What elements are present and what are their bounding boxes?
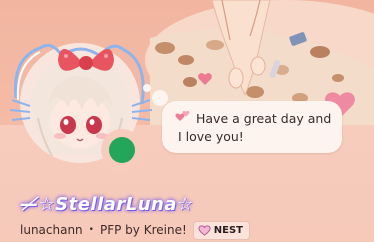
guild-tag-badge[interactable]: NEST: [192, 220, 250, 240]
status-bubble-tail-small: [143, 84, 151, 92]
heart-badge-icon: [198, 224, 211, 236]
username[interactable]: lunachann: [20, 223, 83, 237]
online-status-icon: [109, 137, 135, 163]
pronouns-credit: PFP by Kreine!: [99, 223, 187, 237]
profile-meta-row: lunachann • PFP by Kreine! NEST: [20, 220, 250, 240]
display-name: —̸☆StellarLuna☆: [20, 194, 194, 215]
custom-status-text: Have a great day and I love you!: [178, 111, 332, 144]
status-bubble-tail: [152, 90, 168, 106]
meta-separator: •: [88, 225, 94, 235]
badge-label: NEST: [213, 224, 243, 236]
